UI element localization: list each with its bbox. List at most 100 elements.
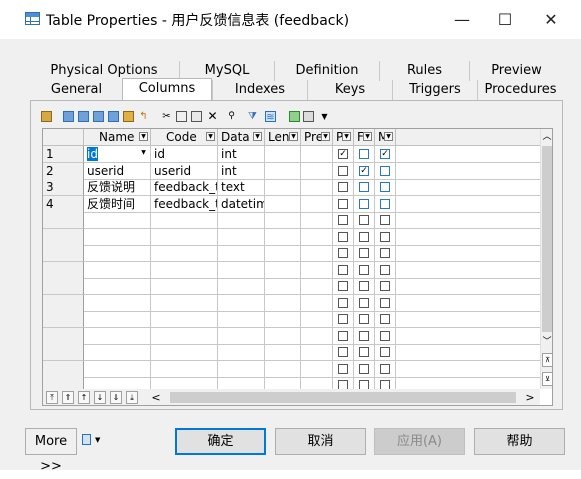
- maximize-button[interactable]: ☐: [482, 0, 528, 39]
- row-number[interactable]: [43, 294, 84, 312]
- row-number[interactable]: 2: [43, 162, 84, 180]
- mandatory-checkbox[interactable]: [380, 281, 390, 291]
- paste-icon[interactable]: [191, 111, 202, 122]
- row-number[interactable]: [43, 360, 84, 378]
- cell-data-type[interactable]: [218, 278, 265, 295]
- copy-icon[interactable]: [176, 111, 187, 122]
- ok-button[interactable]: 确定: [175, 428, 266, 455]
- cell-precision[interactable]: [301, 195, 333, 213]
- cell-data-type[interactable]: [218, 212, 265, 229]
- mandatory-checkbox[interactable]: [380, 231, 390, 242]
- cell-data-type[interactable]: int: [218, 146, 265, 163]
- cell-precision[interactable]: [301, 311, 333, 328]
- empty-table-row[interactable]: [43, 294, 540, 312]
- table-row[interactable]: 2 userid userid int: [43, 162, 540, 180]
- scroll-left-icon[interactable]: <: [149, 390, 163, 405]
- cell-length[interactable]: [265, 179, 301, 196]
- cell-length[interactable]: [265, 294, 301, 312]
- cell-code[interactable]: [151, 294, 218, 312]
- column-header-foreign[interactable]: F ▼: [354, 129, 375, 146]
- primary-checkbox[interactable]: [338, 248, 348, 258]
- cell-length[interactable]: [265, 162, 301, 180]
- cell-code[interactable]: [151, 360, 218, 378]
- cell-precision[interactable]: [301, 360, 333, 378]
- column-header-length[interactable]: Len ▼: [265, 129, 301, 146]
- foreign-checkbox[interactable]: [359, 264, 369, 275]
- cell-name[interactable]: userid: [84, 162, 151, 180]
- cell-length[interactable]: [265, 212, 301, 229]
- cell-data-type[interactable]: [218, 360, 265, 378]
- column-header-name[interactable]: Name ▼: [84, 129, 151, 146]
- cell-precision[interactable]: [301, 228, 333, 246]
- scroll-up-icon[interactable]: ︿: [541, 129, 552, 146]
- mandatory-checkbox[interactable]: [380, 165, 390, 176]
- cell-code[interactable]: [151, 212, 218, 229]
- mandatory-checkbox[interactable]: [380, 149, 390, 159]
- row-number[interactable]: 1: [43, 146, 84, 163]
- cell-name[interactable]: [84, 278, 151, 295]
- cell-data-type[interactable]: datetime: [218, 195, 265, 213]
- cell-code[interactable]: [151, 311, 218, 328]
- column-header-code[interactable]: Code ▼: [151, 129, 218, 146]
- column-header-precision[interactable]: Pre ▼: [301, 129, 333, 146]
- cell-length[interactable]: [265, 344, 301, 361]
- insert-row-icon[interactable]: [63, 111, 74, 122]
- form-options-menu[interactable]: ▼: [80, 434, 106, 448]
- empty-table-row[interactable]: [43, 261, 540, 279]
- chevron-down-icon[interactable]: ▼: [384, 132, 393, 141]
- foreign-checkbox[interactable]: [359, 330, 369, 341]
- primary-checkbox[interactable]: [338, 198, 348, 209]
- move-up-icon[interactable]: ↑: [78, 391, 90, 404]
- find-icon[interactable]: ⚲: [226, 111, 237, 122]
- row-number[interactable]: [43, 278, 84, 295]
- row-number[interactable]: [43, 311, 84, 328]
- move-to-bottom-icon[interactable]: ⤓: [126, 391, 138, 404]
- primary-checkbox[interactable]: [338, 231, 348, 242]
- row-number[interactable]: [43, 245, 84, 262]
- cell-data-type[interactable]: [218, 344, 265, 361]
- cell-precision[interactable]: [301, 294, 333, 312]
- foreign-checkbox[interactable]: [359, 198, 369, 209]
- cell-length[interactable]: [265, 228, 301, 246]
- empty-table-row[interactable]: [43, 245, 540, 262]
- primary-checkbox[interactable]: [338, 215, 348, 225]
- tab-general[interactable]: General: [29, 80, 124, 100]
- primary-checkbox[interactable]: [338, 297, 348, 308]
- foreign-checkbox[interactable]: [359, 248, 369, 258]
- cell-precision[interactable]: [301, 278, 333, 295]
- vertical-scroll-thumb[interactable]: [542, 146, 552, 332]
- cell-precision[interactable]: [301, 146, 333, 163]
- empty-table-row[interactable]: [43, 327, 540, 345]
- vertical-scrollbar[interactable]: ︿ ﹀ ⊼ ⊻: [540, 129, 552, 389]
- cell-data-type[interactable]: [218, 294, 265, 312]
- cell-data-type[interactable]: int: [218, 162, 265, 180]
- empty-table-row[interactable]: [43, 311, 540, 328]
- close-button[interactable]: ✕: [528, 0, 574, 39]
- cell-name[interactable]: [84, 245, 151, 262]
- tab-procedures[interactable]: Procedures: [477, 80, 563, 100]
- cell-precision[interactable]: [301, 162, 333, 180]
- cell-code[interactable]: [151, 261, 218, 279]
- tab-triggers[interactable]: Triggers: [392, 80, 477, 100]
- cell-code[interactable]: feedback_ti: [151, 195, 218, 213]
- cell-code[interactable]: id: [151, 146, 218, 163]
- mandatory-checkbox[interactable]: [380, 215, 390, 225]
- table-row[interactable]: 4反馈时间feedback_tidatetime: [43, 195, 540, 213]
- primary-checkbox[interactable]: [338, 182, 348, 192]
- foreign-checkbox[interactable]: [359, 149, 369, 159]
- primary-checkbox[interactable]: [338, 149, 348, 159]
- cell-name[interactable]: [84, 311, 151, 328]
- row-number[interactable]: [43, 344, 84, 361]
- apply-button[interactable]: 应用(A): [374, 428, 465, 455]
- cell-length[interactable]: [265, 360, 301, 378]
- cell-precision[interactable]: [301, 212, 333, 229]
- row-number[interactable]: [43, 327, 84, 345]
- cell-length[interactable]: [265, 278, 301, 295]
- chevron-down-icon[interactable]: ▼: [289, 132, 298, 141]
- column-header-primary[interactable]: P ▼: [333, 129, 354, 146]
- table-row[interactable]: 1 id ▼ id int: [43, 146, 540, 163]
- move-to-top-icon[interactable]: ⤒: [46, 391, 58, 404]
- delete-icon[interactable]: ✕: [207, 110, 218, 122]
- mandatory-checkbox[interactable]: [380, 363, 390, 374]
- row-number[interactable]: 4: [43, 195, 84, 213]
